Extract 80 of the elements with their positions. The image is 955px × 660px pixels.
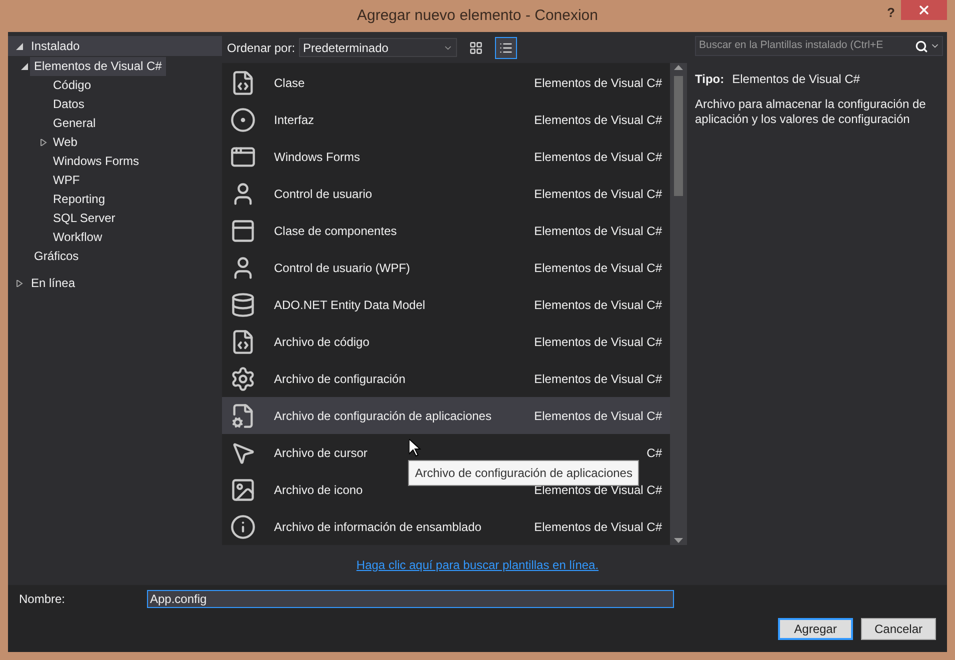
online-templates-link[interactable]: Haga clic aquí para buscar plantillas en línea. [356,556,599,574]
template-name: Archivo de código [274,334,370,350]
info-icon [230,514,256,540]
template-category: Elementos de Visual C# [534,334,662,350]
sort-label: Ordenar por: [227,40,296,56]
dialog-button[interactable]: Agregar [778,618,853,640]
close-button[interactable] [901,0,947,20]
template-name: Clase de componentes [274,222,397,240]
scroll-down-icon [674,538,683,543]
file-icon [230,402,256,428]
list-icon [499,40,514,54]
template-category: Elementos de Visual C# [534,260,662,276]
database-icon [230,292,256,318]
tree-item[interactable]: Web [49,133,82,152]
template-row[interactable]: Archivo de configuración Elementos de Visual C# [222,360,670,397]
template-row[interactable]: Clase de componentes Elementos de Visual C# [222,212,670,249]
template-row[interactable]: Archivo de información de ensamblado Elementos de Visual C# [222,508,670,545]
template-name: Clase [274,74,305,92]
template-category: Elementos de Visual C# [534,112,662,128]
tree-item[interactable]: Datos [49,95,88,114]
tree-item[interactable]: Reporting [49,190,110,209]
search-icon [915,40,928,52]
close-icon [917,3,931,17]
template-row[interactable]: Interfaz Elementos de Visual C# [222,101,670,138]
scroll-up-icon [674,65,683,70]
tree-item[interactable]: Windows Forms [49,152,144,171]
template-name: Control de usuario (WPF) [274,260,410,276]
template-category: Elementos de Visual C# [534,518,662,536]
tree-item[interactable]: SQL Server [49,209,120,228]
section-header[interactable]: En línea [25,274,76,292]
type-value: Elementos de Visual C# [732,71,860,88]
tree-item[interactable]: Elementos de Visual C# [30,57,166,76]
name-label: Nombre: [19,591,66,608]
template-name: Archivo de configuración de aplicaciones [274,408,492,424]
description: Archivo para almacenar la configuración de aplicación y los valores de configuración [695,97,927,127]
type-label: Tipo: [695,71,724,88]
template-category: Elementos de Visual C# [534,296,662,314]
sort-dropdown[interactable]: Predeterminado [299,38,458,57]
tree-item[interactable]: General [49,114,100,133]
circle-icon [230,106,256,132]
template-category: Elementos de Visual C# [534,74,662,92]
window-title: Agregar nuevo elemento - Conexion [357,6,598,26]
template-category: C# [646,444,662,462]
window-icon [230,218,256,244]
template-row[interactable]: Control de usuario (WPF) Elementos de Visual C# [222,249,670,286]
template-row[interactable]: Archivo de configuración de aplicaciones Elementos de Visual C# [222,397,670,434]
dialog-button[interactable]: Cancelar [861,618,936,640]
template-category: Elementos de Visual C# [534,148,662,166]
scrollbar[interactable] [670,63,687,545]
cursor-icon [409,439,421,457]
grid-icon [469,40,484,54]
template-name: Control de usuario [274,186,372,202]
name-field[interactable]: App.config [147,590,674,608]
tree-item[interactable]: WPF [49,171,84,190]
tree-item[interactable]: Código [49,76,96,95]
template-name: Archivo de información de ensamblado [274,518,482,536]
template-row[interactable]: Archivo de código Elementos de Visual C# [222,323,670,360]
template-name: Archivo de cursor [274,444,368,462]
template-category: Elementos de Visual C# [534,408,662,424]
search-field[interactable]: Buscar en la Plantillas instalado (Ctrl+E [695,36,943,56]
scrollbar-thumb[interactable] [674,76,683,196]
image-icon [230,476,256,502]
gear-icon [230,366,256,392]
template-name: Archivo de icono [274,482,363,498]
template-category: Elementos de Visual C# [534,186,662,202]
template-name: Interfaz [274,112,314,128]
template-name: ADO.NET Entity Data Model [274,296,426,314]
template-name: Windows Forms [274,148,360,166]
template-row[interactable]: Control de usuario Elementos de Visual C# [222,175,670,212]
template-category: Elementos de Visual C# [534,370,662,388]
template-category: Elementos de Visual C# [534,222,662,240]
tooltip: Archivo de configuración de aplicaciones [408,460,640,486]
list-view-button[interactable] [495,36,518,58]
tree-item[interactable]: Workflow [49,228,106,247]
template-row[interactable]: ADO.NET Entity Data Model Elementos de Visual C# [222,286,670,323]
template-row[interactable]: Clase Elementos de Visual C# [222,64,670,101]
template-name: Archivo de configuración [274,370,406,388]
help-button[interactable]: ? [887,3,895,22]
template-row[interactable]: Windows Forms Elementos de Visual C# [222,138,670,175]
tree-item[interactable]: Gráficos [30,247,83,266]
